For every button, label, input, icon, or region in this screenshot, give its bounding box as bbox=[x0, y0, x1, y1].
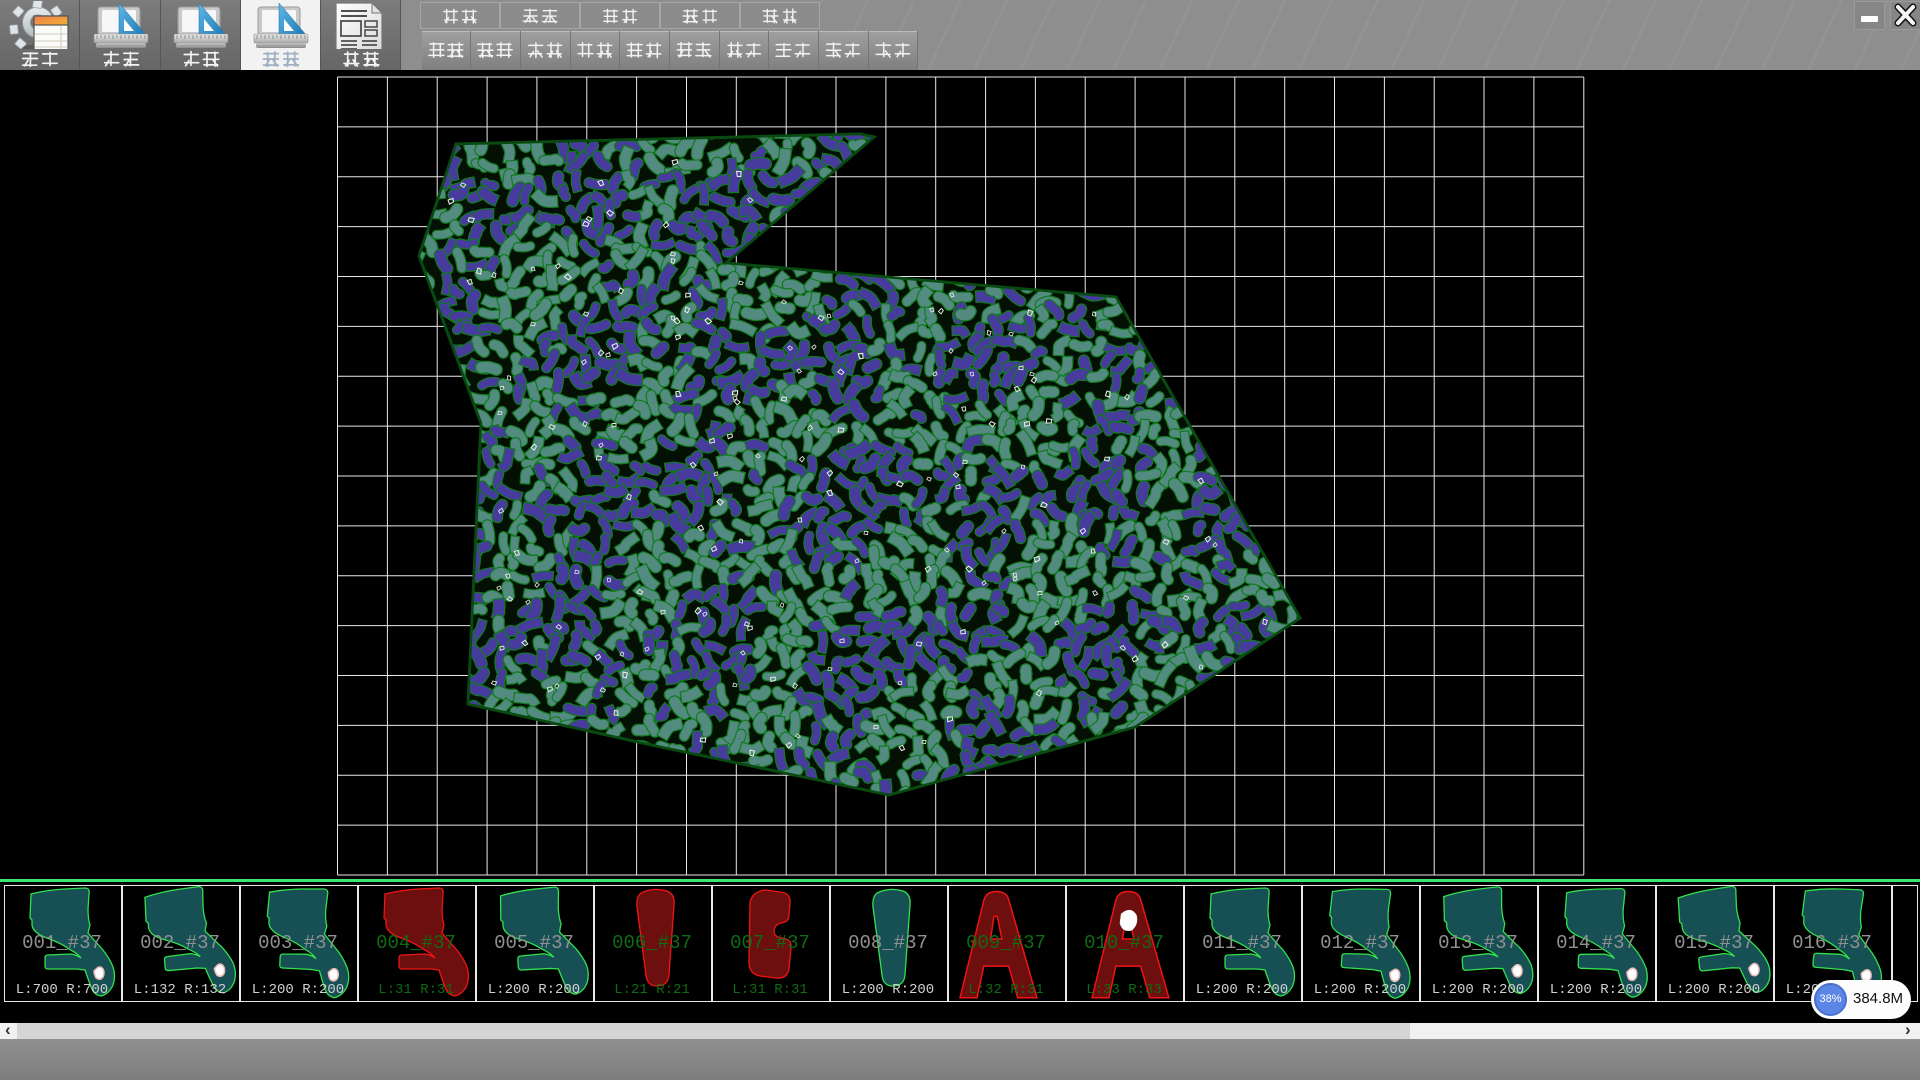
svg-text:L:31 R:31: L:31 R:31 bbox=[378, 982, 454, 998]
svg-text:L:132 R:132: L:132 R:132 bbox=[134, 982, 226, 998]
svg-text:L:200 R:200: L:200 R:200 bbox=[842, 982, 934, 998]
svg-text:010_#37: 010_#37 bbox=[1084, 932, 1164, 954]
svg-text:002_#37: 002_#37 bbox=[140, 932, 220, 954]
svg-text:009_#37: 009_#37 bbox=[966, 932, 1046, 954]
svg-text:L:33 R:33: L:33 R:33 bbox=[1086, 982, 1162, 998]
svg-text:004_#37: 004_#37 bbox=[376, 932, 456, 954]
svg-text:016_#37: 016_#37 bbox=[1792, 932, 1872, 954]
svg-text:L:200 R:200: L:200 R:200 bbox=[252, 982, 344, 998]
svg-text:L:31 R:31: L:31 R:31 bbox=[732, 982, 808, 998]
svg-text:008_#37: 008_#37 bbox=[848, 932, 928, 954]
svg-text:011_#37: 011_#37 bbox=[1202, 932, 1282, 954]
svg-text:L:200 R:200: L:200 R:200 bbox=[1550, 982, 1642, 998]
svg-text:L:700 R:700: L:700 R:700 bbox=[16, 982, 108, 998]
svg-text:L:200 R:200: L:200 R:200 bbox=[1196, 982, 1288, 998]
svg-text:L:200 R:200: L:200 R:200 bbox=[488, 982, 580, 998]
svg-text:001_#37: 001_#37 bbox=[22, 932, 102, 954]
svg-text:006_#37: 006_#37 bbox=[612, 932, 692, 954]
svg-text:013_#37: 013_#37 bbox=[1438, 932, 1518, 954]
svg-text:012_#37: 012_#37 bbox=[1320, 932, 1400, 954]
svg-text:005_#37: 005_#37 bbox=[494, 932, 574, 954]
svg-text:L:32 R:31: L:32 R:31 bbox=[968, 982, 1044, 998]
svg-text:L:21 R:21: L:21 R:21 bbox=[614, 982, 690, 998]
svg-text:L:200 R:200: L:200 R:200 bbox=[1668, 982, 1760, 998]
svg-text:014_#37: 014_#37 bbox=[1556, 932, 1636, 954]
svg-text:L:200 R:200: L:200 R:200 bbox=[1314, 982, 1406, 998]
svg-text:003_#37: 003_#37 bbox=[258, 932, 338, 954]
svg-text:L:200 R:200: L:200 R:200 bbox=[1432, 982, 1524, 998]
svg-text:007_#37: 007_#37 bbox=[730, 932, 810, 954]
svg-text:015_#37: 015_#37 bbox=[1674, 932, 1754, 954]
